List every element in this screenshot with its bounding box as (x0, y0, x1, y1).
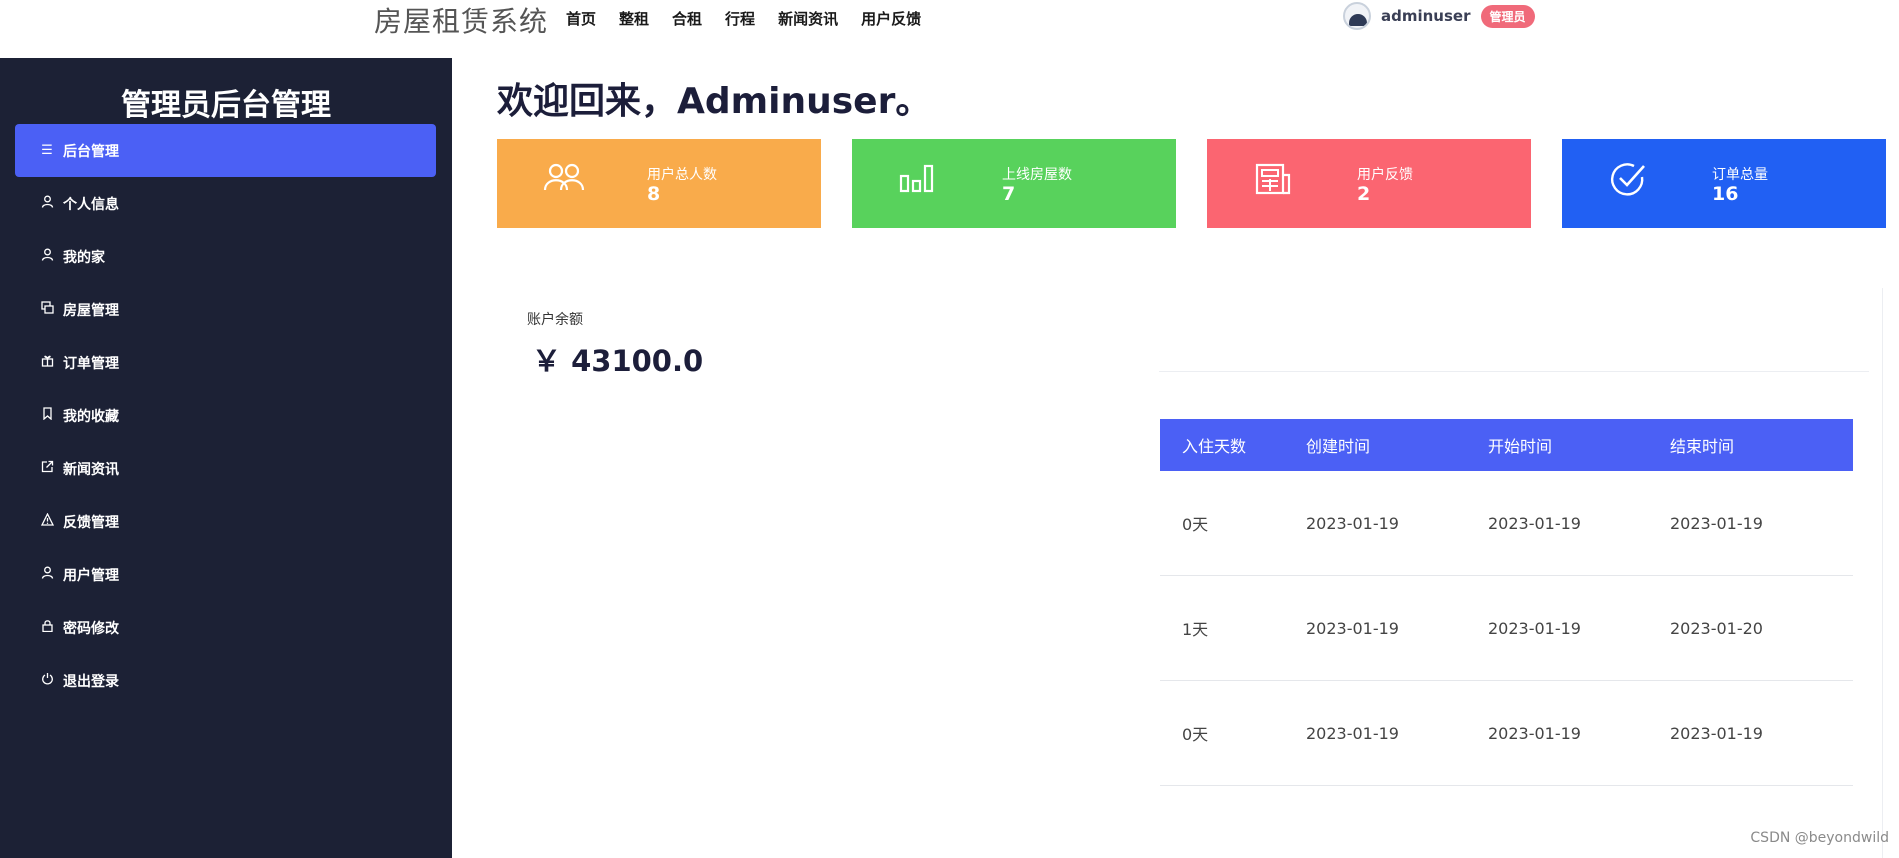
nav-home[interactable]: 首页 (566, 8, 596, 29)
sidebar-item-logout[interactable]: 退出登录 (15, 654, 436, 707)
sidebar-item-label: 反馈管理 (63, 514, 119, 531)
table-cell: 2023-01-20 (1670, 618, 1763, 638)
sidebar-item-label: 密码修改 (63, 620, 119, 637)
sidebar-item-label: 个人信息 (63, 196, 119, 213)
sidebar-item-news[interactable]: 新闻资讯 (15, 442, 436, 495)
sidebar-item-label: 房屋管理 (63, 302, 119, 319)
sidebar-item-label: 我的收藏 (63, 408, 119, 425)
column-header[interactable]: 结束时间 (1670, 433, 1853, 457)
stat-card-users: 用户总人数 8 (497, 139, 821, 228)
nav-feedback[interactable]: 用户反馈 (861, 8, 921, 29)
table-row[interactable]: 0天 2023-01-19 2023-01-19 2023-01-19 (1160, 471, 1853, 576)
stat-card-feedback: 用户反馈 2 (1207, 139, 1531, 228)
stat-label: 上线房屋数 (1002, 167, 1072, 183)
user-icon (39, 248, 55, 265)
table-cell: 2023-01-19 (1306, 618, 1399, 638)
table-cell: 2023-01-19 (1670, 513, 1763, 533)
top-navbar: 房屋租赁系统 首页 整租 合租 行程 新闻资讯 用户反馈 adminuser 管… (0, 0, 1899, 58)
sidebar-item-label: 新闻资讯 (63, 461, 119, 478)
stat-label: 用户总人数 (647, 167, 717, 183)
user-icon (39, 566, 55, 583)
sidebar-item-favorites[interactable]: 我的收藏 (15, 389, 436, 442)
table-cell: 2023-01-19 (1670, 723, 1763, 743)
sidebar-item-my-home[interactable]: 我的家 (15, 230, 436, 283)
column-header[interactable]: 创建时间 (1306, 433, 1488, 457)
check-circle-icon (1611, 163, 1645, 196)
sidebar-item-label: 后台管理 (63, 143, 119, 160)
sidebar-title: 管理员后台管理 (121, 88, 331, 123)
nav-shared-rent[interactable]: 合租 (672, 8, 702, 29)
bookmark-icon (39, 407, 55, 424)
menu-icon: ☰ (41, 143, 53, 158)
role-badge: 管理员 (1480, 4, 1535, 28)
sidebar-item-feedback-management[interactable]: 反馈管理 (15, 495, 436, 548)
top-nav: 首页 整租 合租 行程 新闻资讯 用户反馈 (566, 8, 944, 29)
stat-card-houses: 上线房屋数 7 (852, 139, 1176, 228)
table-cell: 2023-01-19 (1306, 513, 1399, 533)
lock-icon (39, 619, 55, 636)
sidebar-item-house-management[interactable]: 房屋管理 (15, 283, 436, 336)
sidebar-item-label: 退出登录 (63, 673, 119, 690)
table-cell: 2023-01-19 (1488, 723, 1581, 743)
stat-value: 16 (1712, 183, 1739, 205)
copy-icon (39, 301, 55, 318)
divider (1159, 371, 1869, 372)
balance-label: 账户余额 (527, 312, 583, 328)
sidebar-item-label: 用户管理 (63, 567, 119, 584)
divider (1882, 288, 1883, 858)
table-header: 入住天数 创建时间 开始时间 结束时间 (1160, 419, 1853, 471)
brand-title[interactable]: 房屋租赁系统 (374, 0, 548, 40)
table-cell: 2023-01-19 (1488, 618, 1581, 638)
warning-icon (39, 512, 55, 530)
user-icon (39, 195, 55, 212)
sidebar-item-label: 订单管理 (63, 355, 119, 372)
table-cell: 0天 (1182, 515, 1209, 534)
avatar[interactable] (1343, 2, 1371, 30)
gift-icon (39, 354, 55, 371)
stat-label: 订单总量 (1712, 167, 1768, 183)
table-cell: 2023-01-19 (1488, 513, 1581, 533)
table-row[interactable]: 1天 2023-01-19 2023-01-19 2023-01-20 (1160, 576, 1853, 681)
sidebar-item-order-management[interactable]: 订单管理 (15, 336, 436, 389)
bar-chart-icon (899, 164, 934, 193)
stat-label: 用户反馈 (1357, 167, 1413, 183)
stat-value: 7 (1002, 183, 1016, 205)
page-title: 欢迎回来，Adminuser。 (497, 81, 932, 122)
nav-news[interactable]: 新闻资讯 (778, 8, 838, 29)
stat-value: 2 (1357, 183, 1371, 205)
sidebar-item-change-password[interactable]: 密码修改 (15, 601, 436, 654)
nav-whole-rent[interactable]: 整租 (619, 8, 649, 29)
sidebar-item-dashboard[interactable]: ☰ 后台管理 (15, 124, 436, 177)
user-menu[interactable]: adminuser 管理员 (1343, 2, 1535, 30)
column-header[interactable]: 开始时间 (1488, 433, 1670, 457)
table-cell: 0天 (1182, 725, 1209, 744)
stat-card-orders: 订单总量 16 (1562, 139, 1886, 228)
users-icon (543, 163, 585, 191)
orders-table: 入住天数 创建时间 开始时间 结束时间 0天 2023-01-19 2023-0… (1160, 419, 1853, 786)
column-header[interactable]: 入住天数 (1160, 433, 1306, 457)
balance-value: ￥ 43100.0 (532, 344, 704, 378)
sidebar-menu: ☰ 后台管理 个人信息 我的家 房屋管理 订单管理 我的收藏 新闻资讯 反馈管理… (15, 124, 436, 707)
sidebar: 管理员后台管理 ☰ 后台管理 个人信息 我的家 房屋管理 订单管理 我的收藏 新… (0, 58, 452, 858)
watermark: CSDN @beyondwild (1750, 830, 1889, 846)
main-content: 欢迎回来，Adminuser。 用户总人数 8 上线房屋数 7 用户反馈 2 订… (452, 58, 1899, 858)
newspaper-icon (1255, 163, 1291, 195)
username[interactable]: adminuser (1381, 7, 1471, 25)
power-icon (39, 672, 55, 689)
table-cell: 1天 (1182, 620, 1209, 639)
stat-value: 8 (647, 183, 661, 205)
sidebar-item-label: 我的家 (63, 249, 105, 266)
sidebar-item-user-management[interactable]: 用户管理 (15, 548, 436, 601)
external-link-icon (39, 460, 55, 477)
sidebar-item-profile[interactable]: 个人信息 (15, 177, 436, 230)
table-cell: 2023-01-19 (1306, 723, 1399, 743)
nav-schedule[interactable]: 行程 (725, 8, 755, 29)
table-row[interactable]: 0天 2023-01-19 2023-01-19 2023-01-19 (1160, 681, 1853, 786)
